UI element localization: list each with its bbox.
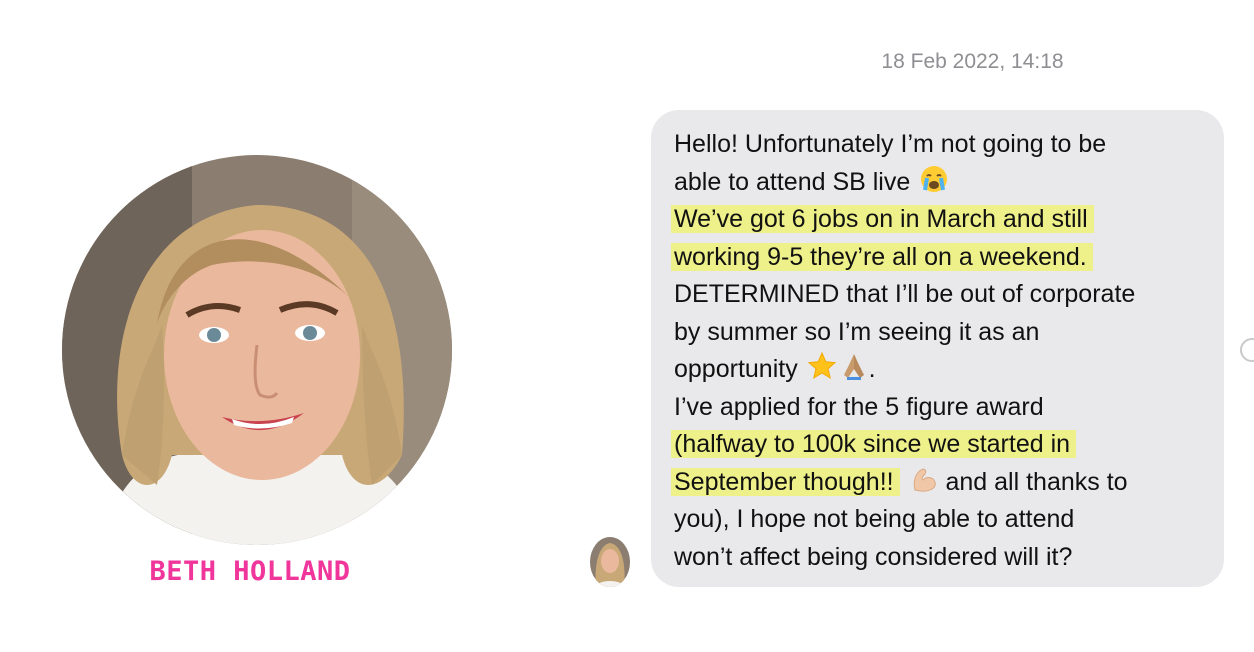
contact-name: BETH HOLLAND	[149, 556, 351, 587]
crying-face-icon	[919, 164, 949, 206]
message-line: working 9-5 they’re all on a weekend.	[671, 239, 1204, 277]
message-text: able to attend SB live	[674, 167, 911, 196]
highlighted-text: We’ve got 6 jobs on in March and still	[671, 205, 1094, 233]
message-line: Hello! Unfortunately I’m not going to be	[674, 130, 1107, 158]
message-line: September though!! and all thanks to	[671, 464, 1204, 502]
avatar-portrait	[590, 537, 630, 587]
message-text: and all thanks to	[945, 467, 1128, 496]
message-timestamp: 18 Feb 2022, 14:18	[881, 50, 1064, 73]
message-line: won’t affect being considered will it?	[674, 542, 1073, 571]
message-bubble[interactable]: Hello! Unfortunately I’m not going to be…	[651, 110, 1224, 587]
message-line: by summer so I’m seeing it as an	[674, 317, 1040, 346]
highlighted-text: (halfway to 100k since we started in	[671, 430, 1077, 458]
message-text: .	[868, 355, 876, 383]
message-line: you), I hope not being able to attend	[674, 505, 1075, 533]
profile-portrait	[62, 155, 452, 545]
message-line: opportunity .	[674, 351, 1204, 389]
sender-avatar[interactable]	[590, 537, 630, 587]
highlighted-text: working 9-5 they’re all on a weekend.	[671, 242, 1093, 271]
message-line: We’ve got 6 jobs on in March and still	[671, 201, 1204, 239]
star-icon	[807, 351, 837, 393]
reaction-indicator[interactable]	[1240, 338, 1254, 362]
message-text: opportunity	[674, 355, 798, 383]
message-line: I’ve applied for the 5 figure award	[674, 392, 1044, 421]
highlighted-text: September though!!	[671, 467, 900, 496]
message-line: able to attend SB live	[674, 164, 1204, 202]
message-line: DETERMINED that I’ll be out of corporate	[674, 280, 1136, 308]
praying-hands-icon	[839, 351, 869, 393]
profile-photo	[62, 155, 452, 545]
flexed-biceps-icon	[909, 464, 939, 506]
message-line: (halfway to 100k since we started in	[671, 426, 1204, 464]
